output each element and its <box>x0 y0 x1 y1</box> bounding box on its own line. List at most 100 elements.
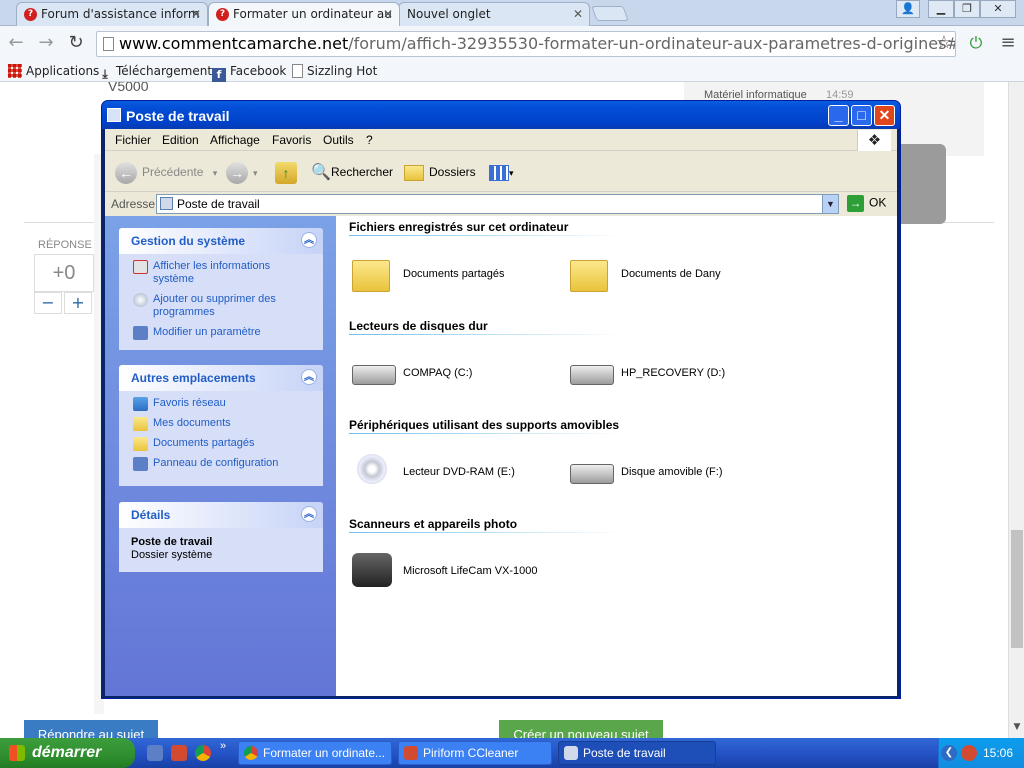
views-icon <box>489 164 509 181</box>
panel-other-places: Autres emplacements ︽ Favoris réseau Mes… <box>119 365 323 486</box>
page-scrollbar[interactable]: ▼ <box>1008 82 1024 738</box>
go-button[interactable]: → OK <box>847 195 886 212</box>
tab-forum[interactable]: ? Forum d'assistance informatiq ✕ <box>16 2 208 26</box>
bookmark-facebook[interactable]: f Facebook <box>212 62 286 82</box>
link-change-setting[interactable]: Modifier un paramètre <box>131 326 313 340</box>
scroll-thumb[interactable] <box>1011 530 1023 648</box>
address-field[interactable]: Poste de travail ▼ <box>156 194 839 214</box>
ccleaner-icon[interactable] <box>171 745 187 761</box>
webcam-icon <box>352 553 392 587</box>
group-header: Fichiers enregistrés sur cet ordinateur <box>349 220 569 234</box>
window-title: Poste de travail <box>126 108 230 124</box>
maximize-button[interactable]: □ <box>851 105 872 126</box>
close-icon[interactable]: ✕ <box>191 3 201 25</box>
address-toolbar: Adresse Poste de travail ▼ → OK <box>105 192 897 216</box>
chrome-icon <box>244 746 258 760</box>
ccleaner-tray-icon[interactable] <box>961 745 977 761</box>
tab-formater[interactable]: ? Formater un ordinateur aux p ✕ <box>208 2 400 26</box>
vote-down-button[interactable]: − <box>34 292 62 314</box>
bookmark-sizzling-hot[interactable]: Sizzling Hot <box>292 62 377 80</box>
link-control-panel[interactable]: Panneau de configuration <box>131 457 313 471</box>
menu-icon[interactable]: ≡ <box>996 33 1020 53</box>
tab-new[interactable]: Nouvel onglet ✕ <box>398 2 590 26</box>
up-folder-button[interactable]: ↑ <box>275 161 302 184</box>
close-icon[interactable]: ✕ <box>573 3 583 25</box>
back-arrow-icon: ← <box>115 161 137 184</box>
group-divider <box>349 532 624 533</box>
details-type: Dossier système <box>131 549 213 561</box>
network-icon <box>133 397 148 411</box>
minimize-button[interactable]: ▁ <box>928 0 954 18</box>
restore-button[interactable]: ❐ <box>954 0 980 18</box>
go-arrow-icon: → <box>847 195 864 212</box>
window-title-bar[interactable]: Poste de travail _ □ ✕ <box>102 101 900 129</box>
task-ccleaner[interactable]: Piriform CCleaner <box>398 741 552 765</box>
panel-header[interactable]: Autres emplacements ︽ <box>119 365 323 391</box>
tab-title: Formater un ordinateur aux p <box>233 7 391 21</box>
task-chrome[interactable]: Formater un ordinate... <box>238 741 392 765</box>
start-button[interactable]: démarrer <box>0 738 135 768</box>
menu-favoris[interactable]: Favoris <box>272 133 311 147</box>
minimize-button[interactable]: _ <box>828 105 849 126</box>
chevron-left-icon[interactable]: ❮ <box>941 745 957 761</box>
ccleaner-icon <box>404 746 418 760</box>
address-value: Poste de travail <box>177 197 260 211</box>
folder-icon <box>404 164 424 181</box>
browser-tab-strip: ? Forum d'assistance informatiq ✕ ? Form… <box>0 0 1024 26</box>
collapse-icon[interactable]: ︽ <box>301 232 317 248</box>
chrome-icon[interactable] <box>195 745 211 761</box>
search-button[interactable]: 🔍Rechercher <box>311 161 393 184</box>
close-window-button[interactable]: ✕ <box>980 0 1016 18</box>
folders-button[interactable]: Dossiers <box>404 161 476 183</box>
task-label: Poste de travail <box>583 746 666 760</box>
reload-icon[interactable]: ↻ <box>64 33 88 53</box>
address-bar[interactable]: www.commentcamarche.net/forum/affich-329… <box>96 31 956 57</box>
panel-header[interactable]: Gestion du système ︽ <box>119 228 323 254</box>
menu-edition[interactable]: Edition <box>162 133 199 147</box>
show-desktop-icon[interactable] <box>147 745 163 761</box>
bookmark-label: Sizzling Hot <box>307 64 378 78</box>
chevron-down-icon[interactable]: ▼ <box>822 195 838 213</box>
star-icon[interactable]: ☆ <box>932 33 956 53</box>
collapse-icon[interactable]: ︽ <box>301 369 317 385</box>
views-button[interactable]: ▾ <box>489 161 514 184</box>
link-network-places[interactable]: Favoris réseau <box>131 397 313 411</box>
close-button[interactable]: ✕ <box>874 105 895 126</box>
forward-button[interactable]: → ▾ <box>226 161 258 184</box>
task-poste-de-travail[interactable]: Poste de travail <box>558 741 716 765</box>
panel-title: Autres emplacements <box>131 371 256 385</box>
scroll-down-arrow[interactable]: ▼ <box>1012 722 1022 732</box>
back-button[interactable]: ← Précédente ▾ <box>115 161 217 184</box>
link-add-remove-programs[interactable]: Ajouter ou supprimer des programmes <box>131 293 313 319</box>
panel-header[interactable]: Détails ︽ <box>119 502 323 528</box>
page-icon <box>292 64 303 78</box>
user-icon[interactable]: 👤 <box>896 0 920 18</box>
vote-up-button[interactable]: + <box>64 292 92 314</box>
menu-affichage[interactable]: Affichage <box>210 133 260 147</box>
link-label: Documents partagés <box>153 437 255 449</box>
link-label: Afficher les informations système <box>153 260 271 285</box>
scroll-up-card[interactable] <box>896 144 946 224</box>
group-divider <box>349 235 624 236</box>
bookmark-applications[interactable]: Applications <box>8 62 99 80</box>
chevron-right-icon[interactable]: » <box>220 740 226 752</box>
link-shared-documents[interactable]: Documents partagés <box>131 437 313 451</box>
clock[interactable]: 15:06 <box>983 738 1013 768</box>
menu-fichier[interactable]: Fichier <box>115 133 151 147</box>
download-icon: ⤓ <box>102 67 108 81</box>
link-label: Favoris réseau <box>153 397 226 409</box>
link-system-info[interactable]: Afficher les informations système <box>131 260 313 286</box>
start-label: démarrer <box>32 744 102 761</box>
extension-icon[interactable]: ⏻ <box>964 33 988 53</box>
link-my-documents[interactable]: Mes documents <box>131 417 313 431</box>
bookmark-telechargements[interactable]: ⤓ Téléchargements <box>98 62 218 81</box>
control-panel-icon <box>133 457 148 471</box>
menu-help[interactable]: ? <box>366 133 373 147</box>
forward-arrow-icon[interactable]: → <box>34 33 58 53</box>
task-pane: Gestion du système ︽ Afficher les inform… <box>105 216 336 696</box>
menu-outils[interactable]: Outils <box>323 133 354 147</box>
close-icon[interactable]: ✕ <box>383 3 393 25</box>
new-tab-button[interactable] <box>591 6 629 21</box>
collapse-icon[interactable]: ︽ <box>301 506 317 522</box>
back-arrow-icon[interactable]: ← <box>4 33 28 53</box>
